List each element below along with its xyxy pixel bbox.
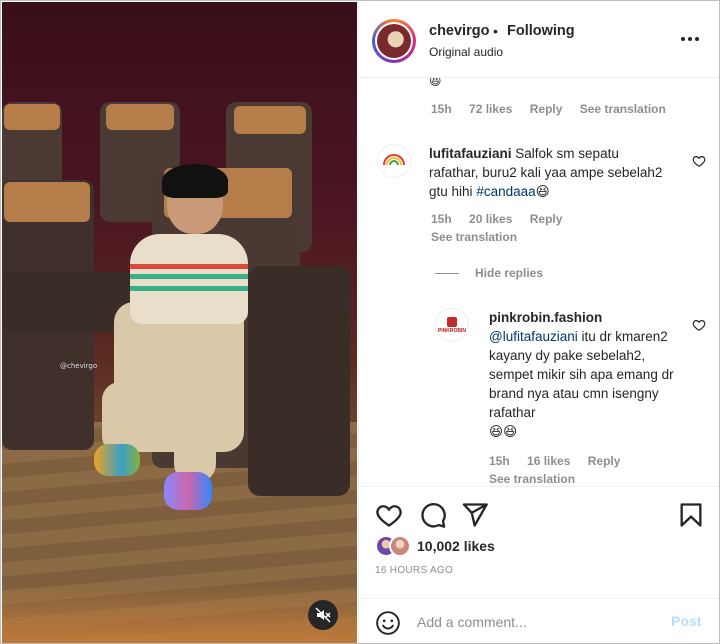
- commenter-avatar[interactable]: [377, 144, 411, 178]
- comment-time[interactable]: 15h: [431, 212, 452, 226]
- original-audio-link[interactable]: Original audio: [429, 45, 503, 59]
- reply-like-heart-icon[interactable]: [692, 318, 706, 332]
- rainbow-logo-icon: [383, 154, 405, 166]
- see-translation-link[interactable]: See translation: [489, 472, 575, 486]
- comment-emoji: 😆: [429, 78, 442, 88]
- mute-button[interactable]: [308, 600, 338, 630]
- kid-hair: [162, 164, 228, 198]
- post-comment-button[interactable]: Post: [671, 613, 701, 629]
- comment-likes[interactable]: 20 likes: [469, 212, 512, 226]
- liker-avatars[interactable]: [375, 535, 415, 559]
- reply-meta: 15h 16 likes Reply: [489, 454, 634, 468]
- add-comment-input[interactable]: [417, 611, 657, 633]
- post-timestamp[interactable]: 16 HOURS AGO: [375, 565, 453, 576]
- hide-replies-button[interactable]: Hide replies: [435, 266, 543, 280]
- comment-composer: Post: [359, 598, 719, 643]
- see-translation-link[interactable]: See translation: [580, 102, 666, 116]
- reply-button[interactable]: Reply: [530, 212, 563, 226]
- reply-button[interactable]: Reply: [530, 102, 563, 116]
- bookmark-icon[interactable]: [677, 501, 705, 529]
- comment-like-heart-icon[interactable]: [692, 154, 706, 168]
- reply-likes[interactable]: 16 likes: [527, 454, 570, 468]
- following-button[interactable]: Following: [507, 23, 575, 39]
- heart-icon[interactable]: [375, 501, 403, 529]
- avatar-logo-text: PINKROBIN: [437, 327, 467, 334]
- comment-time[interactable]: 15h: [431, 102, 452, 116]
- hide-replies-label: Hide replies: [475, 266, 544, 280]
- reply-avatar[interactable]: PINKROBIN: [435, 308, 469, 342]
- paper-plane-icon[interactable]: [461, 501, 489, 529]
- liker-avatar: [389, 535, 411, 557]
- right-sneaker: [164, 472, 212, 510]
- kid-shirt: [130, 234, 248, 324]
- reply-emoji: 😆😆: [489, 424, 518, 439]
- post-header: chevirgo • Following Original audio: [359, 2, 719, 78]
- author-username[interactable]: chevirgo: [429, 23, 489, 39]
- post-side-panel: chevirgo • Following Original audio 😆 15…: [358, 2, 719, 643]
- more-horizontal-icon[interactable]: [679, 30, 701, 48]
- reply-body: pinkrobin.fashion @lufitafauziani itu dr…: [489, 308, 685, 441]
- header-separator: •: [493, 23, 498, 39]
- comment-body: lufitafauziani Salfok sm sepatu rafathar…: [429, 144, 669, 201]
- comment-emoji: 😆: [535, 184, 550, 199]
- reply-username[interactable]: pinkrobin.fashion: [489, 310, 602, 325]
- smiley-icon[interactable]: [375, 610, 401, 636]
- video-watermark: @chevirgo: [60, 362, 98, 370]
- author-avatar[interactable]: [372, 19, 416, 63]
- post-video[interactable]: @chevirgo: [2, 2, 357, 643]
- comments-list[interactable]: 😆 15h 72 likes Reply See translation luf…: [359, 78, 719, 486]
- speaker-muted-icon: [315, 607, 331, 623]
- likes-count[interactable]: 10,002 likes: [417, 538, 495, 554]
- left-sneaker: [94, 444, 140, 476]
- comment-icon[interactable]: [419, 501, 447, 529]
- reply-time[interactable]: 15h: [489, 454, 510, 468]
- pinkrobin-logo-icon: [447, 316, 457, 327]
- see-translation-link[interactable]: See translation: [431, 230, 517, 244]
- instagram-post-window: @chevirgo chevirgo • Following Original …: [0, 0, 720, 644]
- reply-button[interactable]: Reply: [588, 454, 621, 468]
- comment-meta: 15h 72 likes Reply See translation: [431, 102, 680, 116]
- commenter-username[interactable]: lufitafauziani: [429, 146, 512, 161]
- comment-likes[interactable]: 72 likes: [469, 102, 512, 116]
- comment-meta: 15h 20 likes Reply: [431, 212, 576, 226]
- post-actions: 10,002 likes 16 HOURS AGO: [359, 486, 719, 598]
- divider-line: [435, 272, 459, 274]
- comment-hashtag[interactable]: #candaaa: [476, 184, 535, 199]
- reply-mention[interactable]: @lufitafauziani: [489, 329, 578, 344]
